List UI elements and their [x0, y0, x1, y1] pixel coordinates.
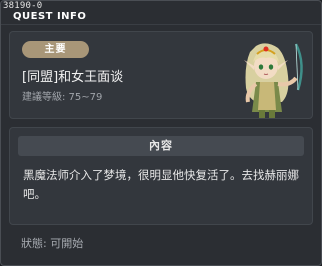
- quest-info-window: 38190-0 QUEST INFO 主要 [同盟]和女王面谈 建議等級: 75…: [0, 0, 322, 266]
- elf-queen-portrait-icon: [226, 32, 312, 118]
- window-title: QUEST INFO: [13, 11, 87, 22]
- quest-name: [同盟]和女王面谈: [22, 70, 124, 85]
- title-divider: [1, 24, 321, 25]
- quest-status: 狀態: 可開始: [21, 237, 84, 250]
- title-bar[interactable]: 38190-0 QUEST INFO: [1, 1, 321, 25]
- quest-id-label: 38190-0: [3, 1, 43, 11]
- quest-category-badge: 主要: [22, 41, 89, 58]
- content-header: 內容: [18, 136, 304, 156]
- quest-header-panel: 主要 [同盟]和女王面谈 建議等級: 75~79: [9, 31, 313, 119]
- quest-description: 黑魔法师介入了梦境，很明显他快复活了。去找赫丽娜吧。: [23, 168, 299, 201]
- quest-content-panel: 內容 黑魔法师介入了梦境，很明显他快复活了。去找赫丽娜吧。: [9, 127, 313, 225]
- recommended-level: 建議等級: 75~79: [22, 92, 103, 103]
